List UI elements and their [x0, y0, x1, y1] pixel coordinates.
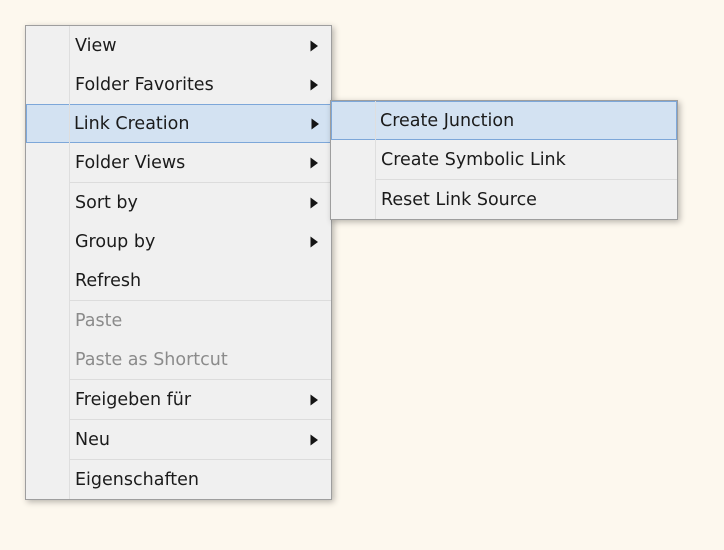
menu-item-label: Create Symbolic Link — [381, 149, 566, 170]
submenu-arrow-icon — [306, 195, 322, 211]
menu-item-neu[interactable]: Neu — [26, 420, 331, 459]
menu-item-create-junction[interactable]: Create Junction — [331, 101, 677, 140]
submenu-arrow-icon — [306, 155, 322, 171]
menu-item-label: Paste as Shortcut — [75, 349, 228, 370]
menu-item-group-by[interactable]: Group by — [26, 222, 331, 261]
menu-item-paste: Paste — [26, 301, 331, 340]
menu-item-label: Group by — [75, 231, 156, 252]
menu-item-eigenschaften[interactable]: Eigenschaften — [26, 460, 331, 499]
submenu-arrow-icon — [306, 432, 322, 448]
submenu-arrow-icon — [306, 38, 322, 54]
menu-item-label: Folder Views — [75, 152, 186, 173]
menu-item-reset-link-source[interactable]: Reset Link Source — [331, 180, 677, 219]
menu-item-view[interactable]: View — [26, 26, 331, 65]
menu-item-sort-by[interactable]: Sort by — [26, 183, 331, 222]
menu-item-link-creation[interactable]: Link Creation — [26, 104, 331, 143]
menu-item-label: Create Junction — [380, 110, 515, 131]
menu-item-folder-views[interactable]: Folder Views — [26, 143, 331, 182]
folder-context-menu[interactable]: View Folder Favorites Link Creation Folder … — [25, 25, 332, 500]
link-creation-submenu[interactable]: Create Junction Create Symbolic Link Reset… — [330, 100, 678, 220]
menu-item-label: Neu — [75, 429, 110, 450]
menu-item-folder-favorites[interactable]: Folder Favorites — [26, 65, 331, 104]
menu-item-label: Folder Favorites — [75, 74, 214, 95]
desktop-background: View Folder Favorites Link Creation Folder … — [0, 0, 724, 550]
menu-item-label: Reset Link Source — [381, 189, 537, 210]
context-menu-item-list: View Folder Favorites Link Creation Folder … — [26, 26, 331, 499]
menu-item-label: View — [75, 35, 117, 56]
submenu-arrow-icon — [306, 234, 322, 250]
submenu-arrow-icon — [306, 77, 322, 93]
menu-item-label: Eigenschaften — [75, 469, 200, 490]
menu-item-label: Sort by — [75, 192, 138, 213]
menu-item-label: Refresh — [75, 270, 142, 291]
menu-item-create-symbolic-link[interactable]: Create Symbolic Link — [331, 140, 677, 179]
menu-item-refresh[interactable]: Refresh — [26, 261, 331, 300]
submenu-item-list: Create Junction Create Symbolic Link Reset… — [331, 101, 677, 219]
menu-item-paste-as-shortcut: Paste as Shortcut — [26, 340, 331, 379]
menu-item-label: Paste — [75, 310, 123, 331]
menu-item-label: Freigeben für — [75, 389, 192, 410]
submenu-arrow-icon — [307, 116, 323, 132]
menu-item-label: Link Creation — [74, 113, 190, 134]
submenu-arrow-icon — [306, 392, 322, 408]
submenu-items: Create Junction Create Symbolic Link Reset… — [331, 101, 677, 219]
context-menu-items: View Folder Favorites Link Creation Folder … — [26, 26, 331, 499]
menu-item-freigeben-f-r[interactable]: Freigeben für — [26, 380, 331, 419]
